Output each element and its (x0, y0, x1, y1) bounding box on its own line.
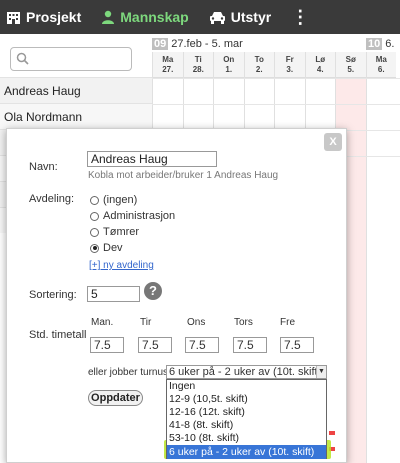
department-option[interactable]: (ingen) (90, 194, 137, 206)
person-icon (101, 10, 115, 24)
standard-hours-label: Std. timetall (29, 329, 87, 341)
name-label: Navn: (29, 161, 58, 173)
update-button[interactable]: Oppdater (88, 390, 143, 406)
building-icon (6, 10, 21, 24)
department-option-selected[interactable]: Dev (90, 242, 123, 254)
rotation-dropdown-list[interactable]: Ingen 12-9 (10,5t. skift) 12-16 (12t. sk… (166, 379, 327, 459)
hours-input[interactable]: 7.5 (280, 337, 314, 353)
car-icon (209, 11, 226, 24)
day-label: To 2. (244, 52, 274, 78)
name-input[interactable]: Andreas Haug (87, 151, 217, 167)
day-label: Sø 5. (336, 52, 366, 78)
department-label: Avdeling: (29, 193, 75, 205)
nav-mannskap[interactable]: Mannskap (97, 0, 194, 34)
day-label: Fr 3. (275, 52, 305, 78)
day-label: Ma 6. (366, 52, 396, 78)
weekday-header: Tir (140, 317, 152, 328)
week-range: 27.feb - 5. mar (171, 38, 243, 50)
rotation-label: eller jobber turnus: (88, 367, 171, 378)
sort-label: Sortering: (29, 289, 77, 301)
weekday-header: Fre (280, 317, 295, 328)
weekday-header: Man. (91, 317, 114, 328)
nav-utstyr-label: Utstyr (230, 9, 272, 25)
rotation-select[interactable]: 6 uker på - 2 uker av (10t. skift) ▼ (166, 365, 327, 379)
rotation-option[interactable]: 12-9 (10,5t. skift) (167, 393, 326, 406)
help-icon[interactable]: ? (144, 282, 162, 300)
week-number: 10 (366, 38, 383, 50)
hours-input[interactable]: 7.5 (185, 337, 219, 353)
more-menu-icon[interactable]: ⋮ (283, 7, 317, 28)
new-department-link[interactable]: [+] ny avdeling (89, 260, 154, 271)
chevron-down-icon[interactable]: ▼ (316, 366, 326, 378)
rotation-selected-value: 6 uker på - 2 uker av (10t. skift) (169, 366, 322, 378)
radio-icon[interactable] (90, 211, 99, 221)
sort-input[interactable]: 5 (87, 286, 140, 302)
radio-checked-icon[interactable] (90, 243, 99, 253)
department-option[interactable]: Tømrer (90, 226, 139, 238)
rotation-option[interactable]: 41-8 (8t. skift) (167, 419, 326, 432)
nav-mannskap-label: Mannskap (120, 9, 189, 25)
week-number: 09 (152, 38, 169, 50)
hours-input[interactable]: 7.5 (233, 337, 267, 353)
top-navigation: Prosjekt Mannskap Utstyr ⋮ (0, 0, 400, 34)
close-button[interactable]: X (324, 133, 342, 151)
hours-input[interactable]: 7.5 (138, 337, 172, 353)
radio-icon[interactable] (90, 227, 99, 237)
nav-prosjekt-label: Prosjekt (26, 9, 82, 25)
linked-user-hint: Kobla mot arbeider/bruker 1 Andreas Haug (88, 170, 279, 181)
search-box[interactable] (10, 47, 132, 71)
day-label: Lø 4. (305, 52, 335, 78)
day-label: Ma 27. (153, 52, 183, 78)
nav-utstyr[interactable]: Utstyr (205, 0, 277, 34)
search-input[interactable] (33, 50, 128, 68)
hours-input[interactable]: 7.5 (90, 337, 124, 353)
week-header: 09 27.feb - 5. mar (152, 38, 243, 52)
radio-icon[interactable] (90, 195, 99, 205)
rotation-option-selected[interactable]: 6 uker på - 2 uker av (10t. skift) (167, 445, 326, 459)
rotation-option[interactable]: Ingen (167, 380, 326, 393)
list-item[interactable]: Ola Nordmann (0, 103, 152, 129)
list-item[interactable]: Andreas Haug (0, 77, 152, 103)
day-label: On 1. (214, 52, 244, 78)
day-label: Ti 28. (183, 52, 213, 78)
marker (329, 431, 335, 435)
rotation-option[interactable]: 53-10 (8t. skift) (167, 432, 326, 445)
nav-prosjekt[interactable]: Prosjekt (0, 0, 87, 34)
search-icon (16, 52, 29, 68)
department-option[interactable]: Administrasjon (90, 210, 175, 222)
edit-person-dialog: X Navn: Andreas Haug Kobla mot arbeider/… (6, 128, 347, 463)
grid-row[interactable] (152, 104, 400, 130)
weekday-header: Tors (234, 317, 253, 328)
rotation-option[interactable]: 12-16 (12t. skift) (167, 406, 326, 419)
weekday-header: Ons (187, 317, 206, 328)
grid-row[interactable] (152, 78, 400, 104)
week-header: 106. mar (366, 38, 400, 62)
